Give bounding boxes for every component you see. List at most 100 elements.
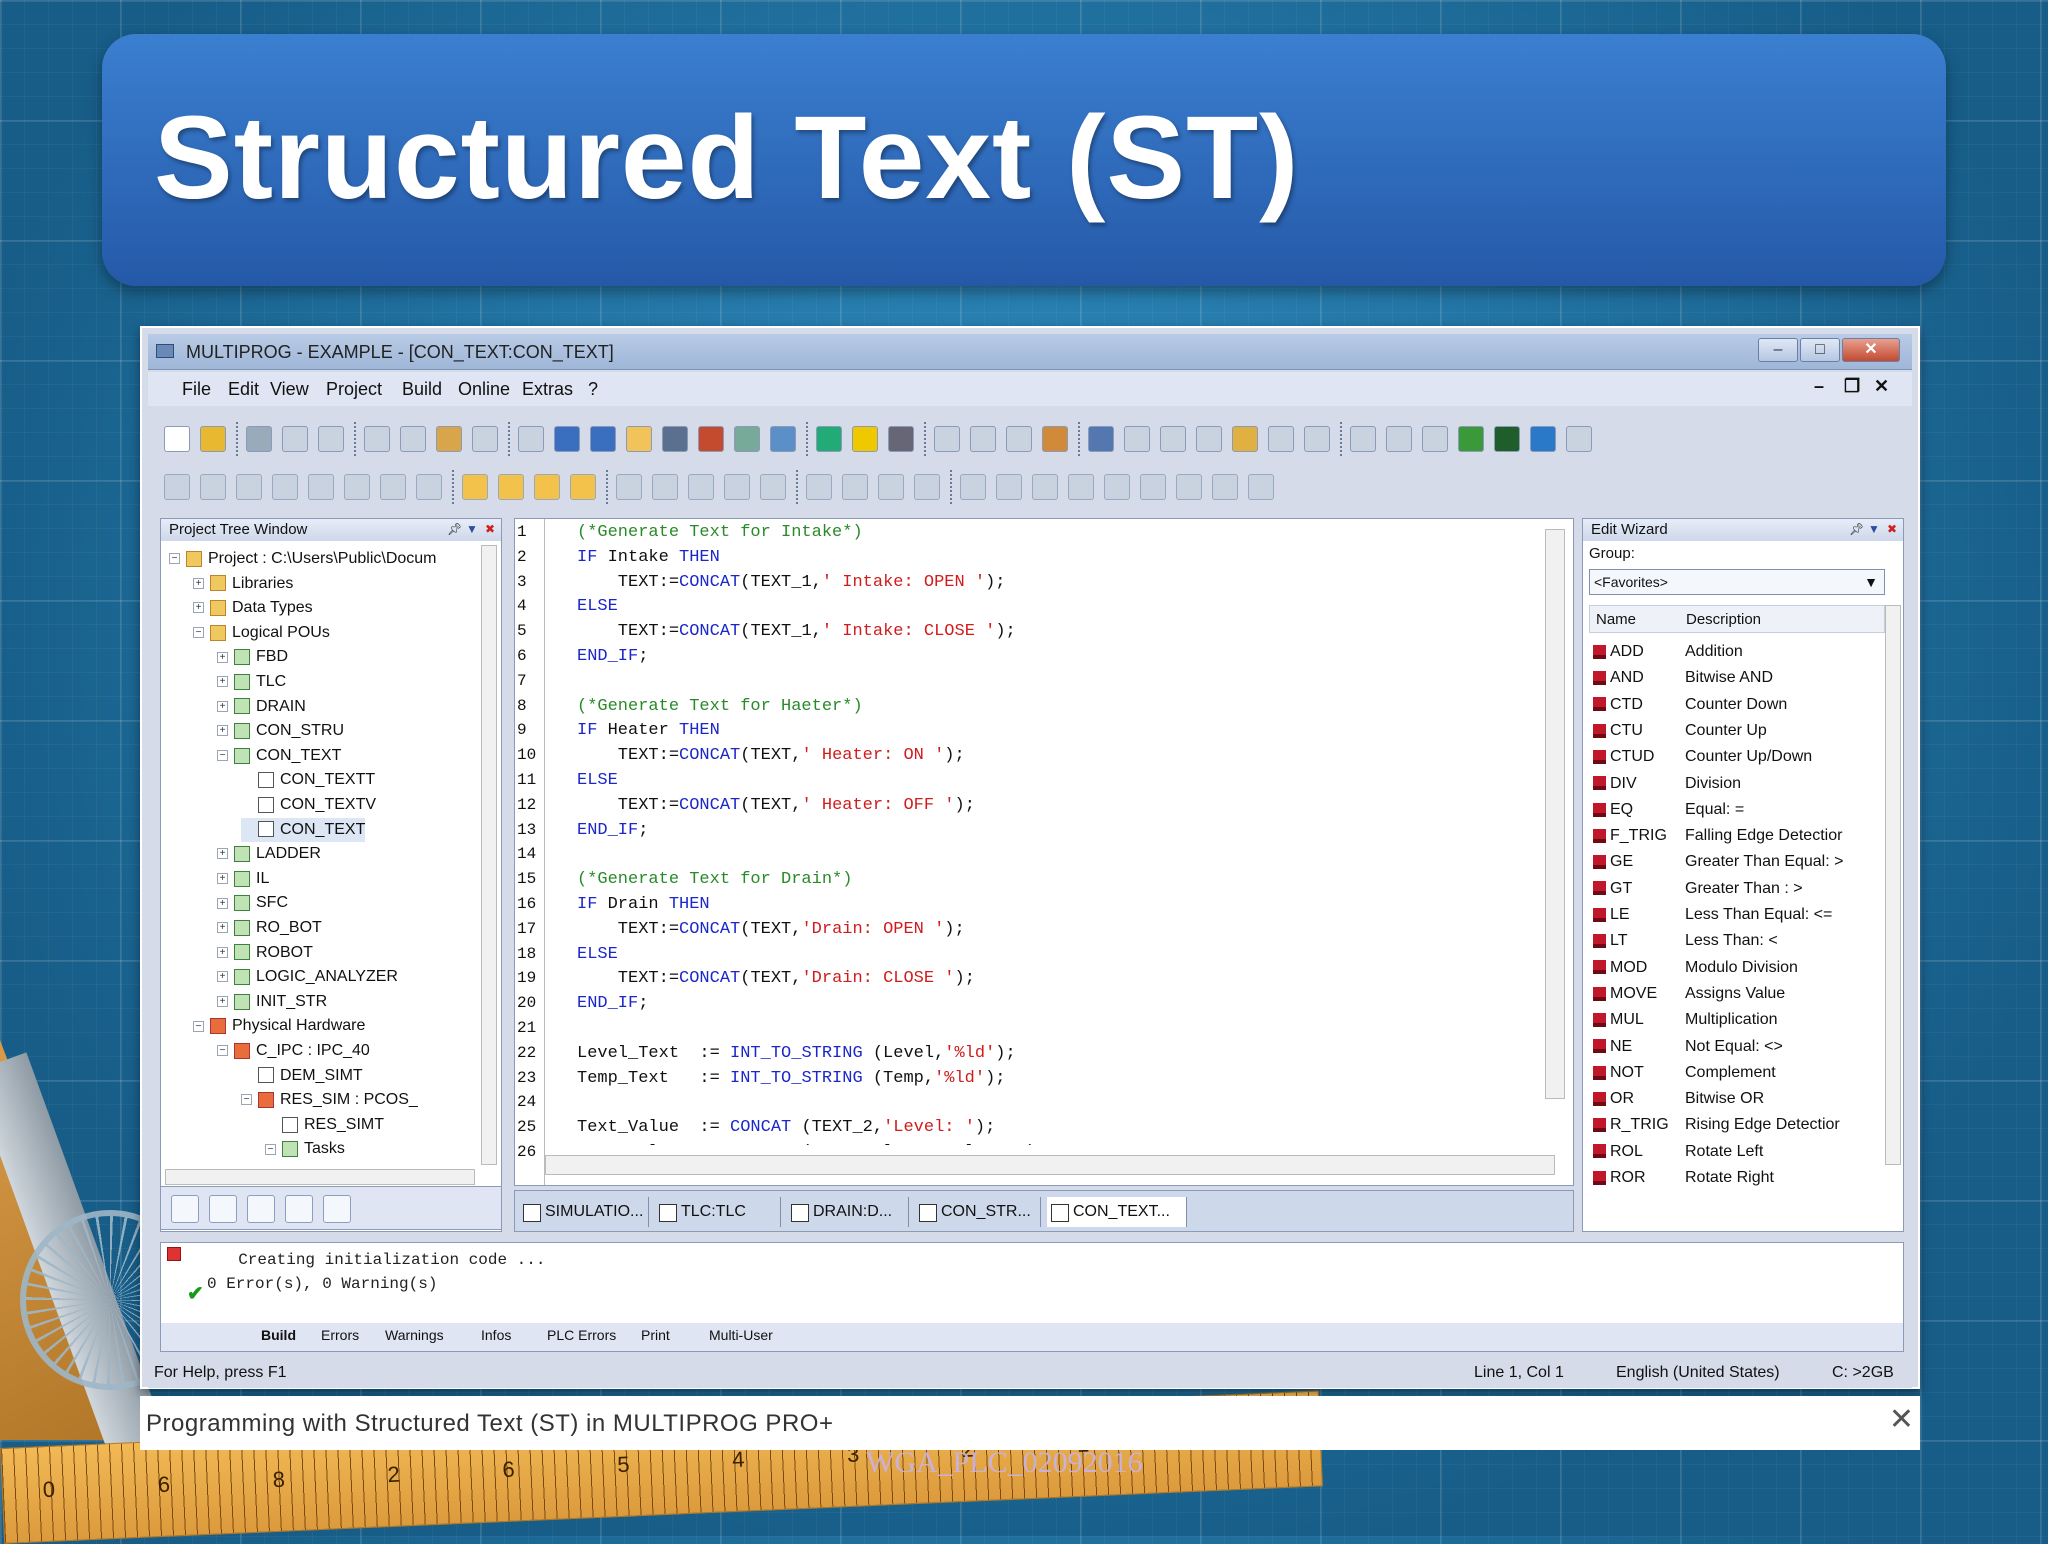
tree-expander-icon[interactable]: +: [193, 602, 204, 614]
toolbar-button-icon[interactable]: [1350, 426, 1376, 452]
tree-expander-icon[interactable]: +: [217, 676, 228, 688]
wizard-row[interactable]: ROL Rotate Left: [1593, 1139, 1763, 1165]
editor-horizontal-scrollbar[interactable]: [545, 1155, 1555, 1175]
tree-expander-icon[interactable]: +: [217, 922, 228, 934]
toolbar-button-icon[interactable]: [852, 426, 878, 452]
wizard-row[interactable]: LT Less Than: <: [1593, 928, 1778, 954]
code-line[interactable]: Text_Value := CONCAT (TEXT_2,'Level: ');: [577, 1118, 995, 1137]
menu-help[interactable]: ?: [588, 379, 598, 400]
wizard-row[interactable]: GE Greater Than Equal: >: [1593, 849, 1843, 875]
tree-item[interactable]: − Project : C:\Users\Public\Docum: [169, 547, 437, 571]
maximize-button[interactable]: □: [1800, 338, 1840, 362]
toolbar-button-icon[interactable]: [518, 426, 544, 452]
tree-item[interactable]: + Libraries: [193, 572, 293, 596]
toolbar-button-icon[interactable]: [760, 474, 786, 500]
tree-item[interactable]: + DRAIN: [217, 695, 306, 719]
code-line[interactable]: IF Heater THEN: [577, 721, 720, 740]
tree-item[interactable]: + ROBOT: [217, 941, 313, 965]
menu-online[interactable]: Online: [458, 379, 510, 400]
toolbar-button-icon[interactable]: [570, 474, 596, 500]
wizard-row[interactable]: OR Bitwise OR: [1593, 1086, 1764, 1112]
panel-tab-icon[interactable]: [247, 1195, 275, 1223]
panel-tab-icon[interactable]: [171, 1195, 199, 1223]
tree-item[interactable]: + Data Types: [193, 596, 313, 620]
mdi-minimize-button[interactable]: –: [1814, 376, 1824, 397]
wizard-row[interactable]: MOD Modulo Division: [1593, 955, 1798, 981]
code-line[interactable]: END_IF;: [577, 994, 648, 1013]
code-line[interactable]: ELSE: [577, 945, 618, 964]
output-tab[interactable]: Print: [641, 1327, 670, 1343]
wizard-row[interactable]: F_TRIG Falling Edge Detectior: [1593, 823, 1842, 849]
code-line[interactable]: TEXT:=CONCAT(TEXT_1,' Intake: OPEN ');: [577, 573, 1006, 592]
wizard-row[interactable]: LE Less Than Equal: <=: [1593, 902, 1832, 928]
menu-extras[interactable]: Extras: [522, 379, 573, 400]
wizard-row[interactable]: EQ Equal: =: [1593, 797, 1744, 823]
toolbar-button-icon[interactable]: [164, 426, 190, 452]
wizard-row[interactable]: MOVE Assigns Value: [1593, 981, 1785, 1007]
toolbar-button-icon[interactable]: [616, 474, 642, 500]
wizard-row[interactable]: CTU Counter Up: [1593, 718, 1767, 744]
toolbar-button-icon[interactable]: [272, 474, 298, 500]
output-tab[interactable]: Build: [261, 1327, 296, 1343]
wizard-row[interactable]: DIV Division: [1593, 771, 1741, 797]
toolbar-button-icon[interactable]: [662, 426, 688, 452]
tree-expander-icon[interactable]: +: [217, 971, 228, 983]
wizard-row[interactable]: R_TRIG Rising Edge Detectior: [1593, 1112, 1840, 1138]
code-line[interactable]: ELSE: [577, 771, 618, 790]
tree-expander-icon[interactable]: +: [217, 946, 228, 958]
tree-expander-icon[interactable]: +: [217, 996, 228, 1008]
wizard-row[interactable]: CTD Counter Down: [1593, 692, 1787, 718]
tree-item[interactable]: + CON_STRU: [217, 719, 344, 743]
output-tab[interactable]: PLC Errors: [547, 1327, 616, 1343]
toolbar-button-icon[interactable]: [914, 474, 940, 500]
toolbar-button-icon[interactable]: [1160, 426, 1186, 452]
toolbar-button-icon[interactable]: [1248, 474, 1274, 500]
tree-expander-icon[interactable]: −: [217, 750, 228, 762]
pin-icon[interactable]: 📌︎: [1849, 522, 1864, 536]
toolbar-button-icon[interactable]: [472, 426, 498, 452]
mdi-restore-button[interactable]: ❐: [1844, 376, 1860, 397]
toolbar-button-icon[interactable]: [698, 426, 724, 452]
toolbar-button-icon[interactable]: [626, 426, 652, 452]
toolbar-button-icon[interactable]: [344, 474, 370, 500]
code-area[interactable]: (*Generate Text for Intake*) IF Intake TH…: [515, 519, 1573, 1145]
toolbar-button-icon[interactable]: [380, 474, 406, 500]
tree-expander-icon[interactable]: −: [169, 553, 180, 565]
code-line[interactable]: (*Generate Text for Intake*): [577, 523, 863, 542]
tree-horizontal-scrollbar[interactable]: [165, 1169, 475, 1185]
toolbar-button-icon[interactable]: [688, 474, 714, 500]
tree-expander-icon[interactable]: −: [217, 1045, 228, 1057]
tree-expander-icon[interactable]: +: [217, 725, 228, 737]
close-button[interactable]: ✕: [1842, 338, 1900, 362]
toolbar-button-icon[interactable]: [246, 426, 272, 452]
column-description-header[interactable]: Description: [1686, 611, 1761, 628]
tree-item[interactable]: CON_TEXT: [241, 817, 366, 842]
output-tab[interactable]: Errors: [321, 1327, 359, 1343]
tree-item[interactable]: − RES_SIM : PCOS_: [241, 1088, 418, 1112]
output-tab[interactable]: Infos: [481, 1327, 511, 1343]
toolbar-button-icon[interactable]: [200, 426, 226, 452]
code-line[interactable]: END_IF;: [577, 821, 648, 840]
code-line[interactable]: ELSE: [577, 597, 618, 616]
toolbar-button-icon[interactable]: [878, 474, 904, 500]
toolbar-button-icon[interactable]: [1176, 474, 1202, 500]
code-line[interactable]: (*Generate Text for Drain*): [577, 870, 852, 889]
toolbar-button-icon[interactable]: [770, 426, 796, 452]
tree-item[interactable]: − Logical POUs: [193, 621, 330, 645]
toolbar-button-icon[interactable]: [1530, 426, 1556, 452]
tree-expander-icon[interactable]: +: [217, 651, 228, 663]
toolbar-button-icon[interactable]: [416, 474, 442, 500]
panel-tab-icon[interactable]: [209, 1195, 237, 1223]
wizard-row[interactable]: ROR Rotate Right: [1593, 1165, 1774, 1191]
tree-item[interactable]: DEM_SIMT: [241, 1064, 363, 1088]
toolbar-button-icon[interactable]: [318, 426, 344, 452]
wizard-row[interactable]: MUL Multiplication: [1593, 1007, 1777, 1033]
tree-expander-icon[interactable]: +: [217, 897, 228, 909]
wizard-row[interactable]: GT Greater Than : >: [1593, 876, 1803, 902]
code-line[interactable]: (*Generate Text for Haeter*): [577, 697, 863, 716]
toolbar-button-icon[interactable]: [590, 426, 616, 452]
dropdown-icon[interactable]: ▼: [1867, 522, 1881, 536]
wizard-row[interactable]: NOT Complement: [1593, 1060, 1776, 1086]
toolbar-button-icon[interactable]: [1304, 426, 1330, 452]
tree-item[interactable]: + INIT_STR: [217, 990, 327, 1014]
